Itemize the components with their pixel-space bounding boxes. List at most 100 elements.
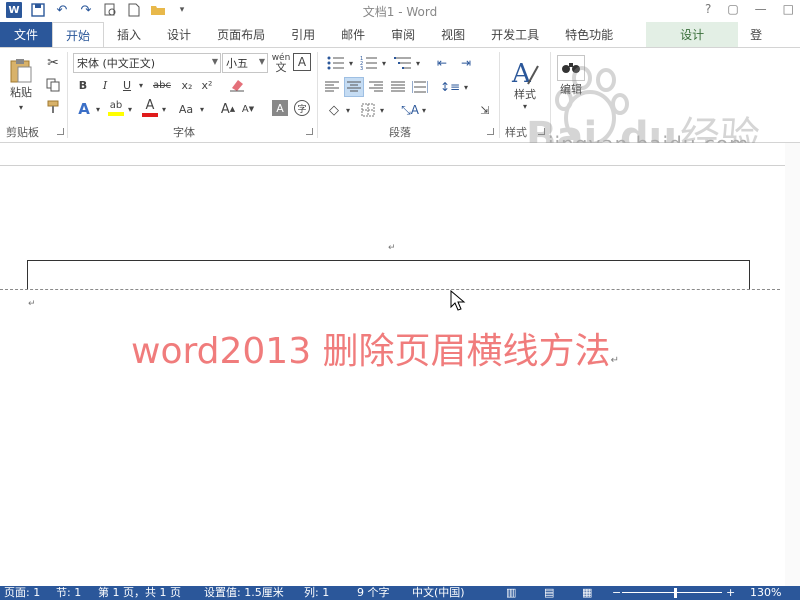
vertical-scrollbar[interactable] xyxy=(785,143,800,586)
superscript-button[interactable]: x² xyxy=(198,76,216,94)
font-color-swatch xyxy=(142,113,158,117)
bullets-dropdown[interactable]: ▾ xyxy=(347,54,355,72)
tab-home[interactable]: 开始 xyxy=(52,22,105,47)
status-section[interactable]: 节: 1 xyxy=(56,586,81,600)
chinese-layout-dropdown[interactable]: ▾ xyxy=(420,101,428,119)
text-effects-dropdown[interactable]: ▾ xyxy=(94,100,102,118)
shrink-font-button[interactable]: A ▼ xyxy=(240,100,256,118)
font-name-combo[interactable]: 宋体 (中文正文) ▼ xyxy=(73,53,221,73)
tab-special-features[interactable]: 特色功能 xyxy=(552,22,626,47)
italic-button[interactable]: I xyxy=(96,76,114,94)
tab-references[interactable]: 引用 xyxy=(278,22,328,47)
paste-button[interactable]: 粘贴 xyxy=(6,56,36,102)
ribbon-display-icon[interactable]: ▢ xyxy=(727,2,738,16)
line-spacing-dropdown[interactable]: ▾ xyxy=(462,77,470,97)
copy-icon[interactable] xyxy=(44,76,62,94)
align-left-icon[interactable] xyxy=(322,77,342,97)
ribbon: 粘贴 ▾ ✂ 剪贴板 宋体 (中文正文) ▼ 小五 ▼ wén 文 A B I U ▾… xyxy=(0,47,800,143)
login-link[interactable]: 登 xyxy=(738,22,766,47)
font-size-combo[interactable]: 小五 ▼ xyxy=(222,53,268,73)
binoculars-icon xyxy=(557,55,585,81)
tab-page-layout[interactable]: 页面布局 xyxy=(204,22,278,47)
chinese-layout-icon[interactable]: ⤡A xyxy=(400,101,420,119)
borders-icon[interactable] xyxy=(358,101,378,119)
justify-icon[interactable] xyxy=(388,77,408,97)
header-border-box[interactable] xyxy=(27,260,750,290)
multilevel-dropdown[interactable]: ▾ xyxy=(414,54,422,72)
change-case-button[interactable]: Aa xyxy=(174,100,198,118)
numbering-dropdown[interactable]: ▾ xyxy=(380,54,388,72)
sort-icon[interactable]: ⇲ xyxy=(476,101,494,119)
font-launcher[interactable] xyxy=(306,128,313,135)
tab-mailings[interactable]: 邮件 xyxy=(328,22,378,47)
grow-font-button[interactable]: A ▲ xyxy=(220,100,236,118)
font-color-button[interactable]: A xyxy=(140,98,160,118)
shading-icon[interactable]: ◇ xyxy=(324,101,344,119)
zoom-slider[interactable] xyxy=(622,592,722,593)
zoom-slider-thumb[interactable] xyxy=(674,588,677,598)
clipboard-launcher[interactable] xyxy=(57,128,64,135)
multilevel-list-icon[interactable] xyxy=(392,54,414,72)
zoom-level[interactable]: 130% xyxy=(750,586,781,600)
tab-view[interactable]: 视图 xyxy=(428,22,478,47)
paragraph-group-label: 段落 xyxy=(389,126,411,139)
strikethrough-button[interactable]: abc xyxy=(150,76,174,94)
change-case-dropdown[interactable]: ▾ xyxy=(198,100,206,118)
web-layout-icon[interactable]: ▦ xyxy=(582,586,592,600)
font-color-dropdown[interactable]: ▾ xyxy=(160,100,168,118)
print-layout-icon[interactable]: ▤ xyxy=(544,586,554,600)
wen-char-icon: 文 xyxy=(275,61,287,74)
status-word-count[interactable]: 9 个字 xyxy=(357,586,390,600)
status-page-of[interactable]: 第 1 页，共 1 页 xyxy=(98,586,181,600)
align-center-icon[interactable] xyxy=(344,77,364,97)
styles-launcher[interactable] xyxy=(538,128,545,135)
italic-label: I xyxy=(102,78,108,92)
underline-button[interactable]: U xyxy=(118,76,136,94)
paste-options-arrow[interactable]: ▾ xyxy=(16,102,26,112)
highlight-dropdown[interactable]: ▾ xyxy=(126,100,134,118)
tab-header-design[interactable]: 设计 xyxy=(646,22,739,47)
clear-formatting-icon[interactable] xyxy=(228,76,246,94)
phonetic-guide-button[interactable]: wén 文 xyxy=(271,52,291,74)
format-painter-icon[interactable] xyxy=(44,98,62,116)
increase-indent-icon[interactable]: ⇥ xyxy=(456,54,476,72)
highlighter-icon: ab xyxy=(109,100,123,111)
distributed-icon[interactable] xyxy=(410,77,430,97)
bold-button[interactable]: B xyxy=(74,76,92,94)
tab-review[interactable]: 审阅 xyxy=(378,22,428,47)
zoom-out-icon[interactable]: − xyxy=(612,586,621,600)
document-heading[interactable]: word2013 删除页眉横线方法↵ xyxy=(131,322,619,374)
cut-icon[interactable]: ✂ xyxy=(44,54,62,72)
bullets-icon[interactable] xyxy=(325,54,347,72)
line-spacing-icon[interactable]: ↕≡ xyxy=(440,77,460,97)
paragraph-launcher[interactable] xyxy=(487,128,494,135)
decrease-indent-icon[interactable]: ⇤ xyxy=(432,54,452,72)
read-mode-icon[interactable]: ▥ xyxy=(506,586,516,600)
chevron-down-icon: ▼ xyxy=(211,57,218,66)
restore-icon[interactable]: □ xyxy=(783,2,794,16)
status-setting[interactable]: 设置值: 1.5厘米 xyxy=(204,586,284,600)
text-effects-button[interactable]: A xyxy=(74,100,94,118)
shading-dropdown[interactable]: ▾ xyxy=(344,101,352,119)
tab-design[interactable]: 设计 xyxy=(154,22,204,47)
subscript-button[interactable]: x₂ xyxy=(178,76,196,94)
char-border-button[interactable]: A xyxy=(293,53,311,71)
status-page[interactable]: 页面: 1 xyxy=(4,586,40,600)
zoom-in-icon[interactable]: + xyxy=(726,586,735,600)
tab-developer[interactable]: 开发工具 xyxy=(478,22,552,47)
borders-dropdown[interactable]: ▾ xyxy=(378,101,386,119)
tab-insert[interactable]: 插入 xyxy=(104,22,154,47)
status-column[interactable]: 列: 1 xyxy=(304,586,329,600)
char-shading-button[interactable]: A xyxy=(272,100,288,116)
tab-file[interactable]: 文件 xyxy=(0,22,53,47)
status-language[interactable]: 中文(中国) xyxy=(412,586,465,600)
editing-button[interactable]: 编辑 xyxy=(556,52,586,100)
help-icon[interactable]: ? xyxy=(705,2,711,16)
highlight-color-button[interactable]: ab xyxy=(106,98,126,118)
align-right-icon[interactable] xyxy=(366,77,386,97)
minimize-icon[interactable]: — xyxy=(755,2,767,16)
styles-button[interactable]: A 样式 ▾ xyxy=(506,54,544,114)
numbering-icon[interactable]: 123 xyxy=(358,54,380,72)
enclose-char-button[interactable]: 字 xyxy=(294,100,310,116)
underline-dropdown[interactable]: ▾ xyxy=(136,76,146,94)
